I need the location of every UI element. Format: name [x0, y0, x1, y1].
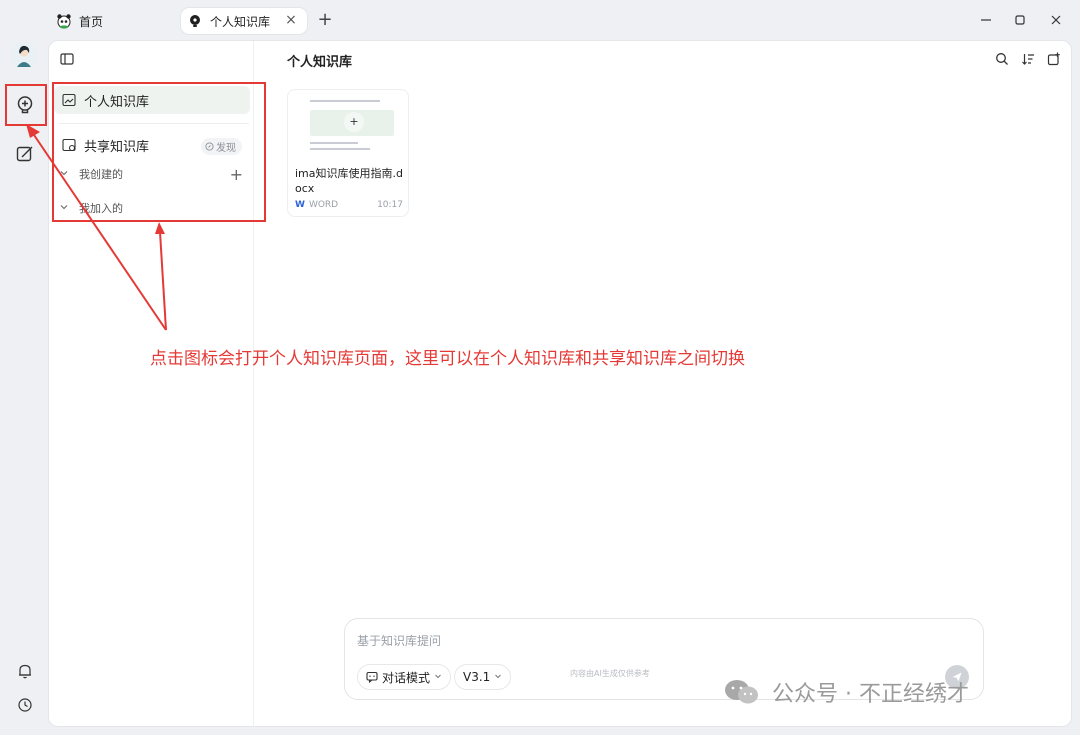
file-time: 10:17 [377, 200, 403, 210]
word-icon: W [295, 200, 305, 210]
file-thumbnail: + [296, 98, 402, 162]
tab-label: 个人知识库 [210, 14, 271, 29]
title-bar: 首页 个人知识库 × + [0, 0, 1080, 40]
close-tab-button[interactable]: × [283, 12, 299, 28]
annotation-box-sidebar [52, 82, 266, 222]
add-document-icon [1047, 52, 1060, 66]
history-button[interactable] [14, 694, 36, 716]
tab-label: 首页 [79, 14, 104, 29]
file-name: ima知识库使用指南.docx [295, 167, 403, 195]
lightbulb-icon [187, 13, 203, 29]
tab-personal-kb[interactable]: 个人知识库 × [181, 8, 307, 34]
clock-icon [18, 698, 32, 712]
add-file-button[interactable] [1045, 50, 1063, 68]
mode-select[interactable]: 对话模式 [357, 664, 452, 690]
panda-icon [56, 13, 72, 29]
close-icon [1051, 15, 1061, 25]
page-title: 个人知识库 [287, 55, 353, 70]
search-icon [996, 53, 1008, 65]
maximize-icon [1015, 15, 1025, 25]
file-card[interactable]: + ima知识库使用指南.docx W WORD 10:17 [287, 89, 409, 217]
chevron-down-icon [494, 672, 502, 683]
chat-icon [366, 671, 378, 683]
search-button[interactable] [993, 50, 1011, 68]
sort-icon [1022, 54, 1034, 65]
version-select[interactable]: V3.1 [454, 664, 512, 690]
sort-button[interactable] [1019, 50, 1037, 68]
avatar[interactable] [12, 43, 36, 67]
annotation-text: 点击图标会打开个人知识库页面，这里可以在个人知识库和共享知识库之间切换 [150, 349, 745, 369]
maximize-button[interactable] [1010, 10, 1030, 30]
file-meta: W WORD 10:17 [295, 200, 403, 210]
sidebar-toggle-icon [60, 53, 74, 65]
edit-icon [16, 146, 33, 162]
file-type: WORD [308, 200, 339, 210]
notification-button[interactable] [14, 660, 36, 682]
watermark: 公众号 · 不正经绣才 [722, 676, 969, 708]
left-rail [0, 40, 48, 735]
wechat-icon [725, 680, 758, 704]
bell-icon [19, 664, 31, 679]
ai-disclaimer: 内容由AI生成仅供参考 [570, 669, 650, 678]
plus-icon: + [344, 112, 364, 132]
new-tab-button[interactable]: + [316, 10, 334, 30]
chevron-down-icon [434, 672, 442, 683]
watermark-text: 公众号 · 不正经绣才 [772, 682, 969, 707]
annotation-box-rail-icon [5, 84, 47, 126]
ask-input[interactable] [357, 631, 937, 651]
minimize-icon [981, 19, 991, 21]
notes-button[interactable] [14, 143, 36, 165]
close-window-button[interactable] [1046, 10, 1066, 30]
minimize-button[interactable] [976, 10, 996, 30]
tab-home[interactable]: 首页 [52, 8, 172, 34]
collapse-sidebar-button[interactable] [59, 51, 75, 67]
